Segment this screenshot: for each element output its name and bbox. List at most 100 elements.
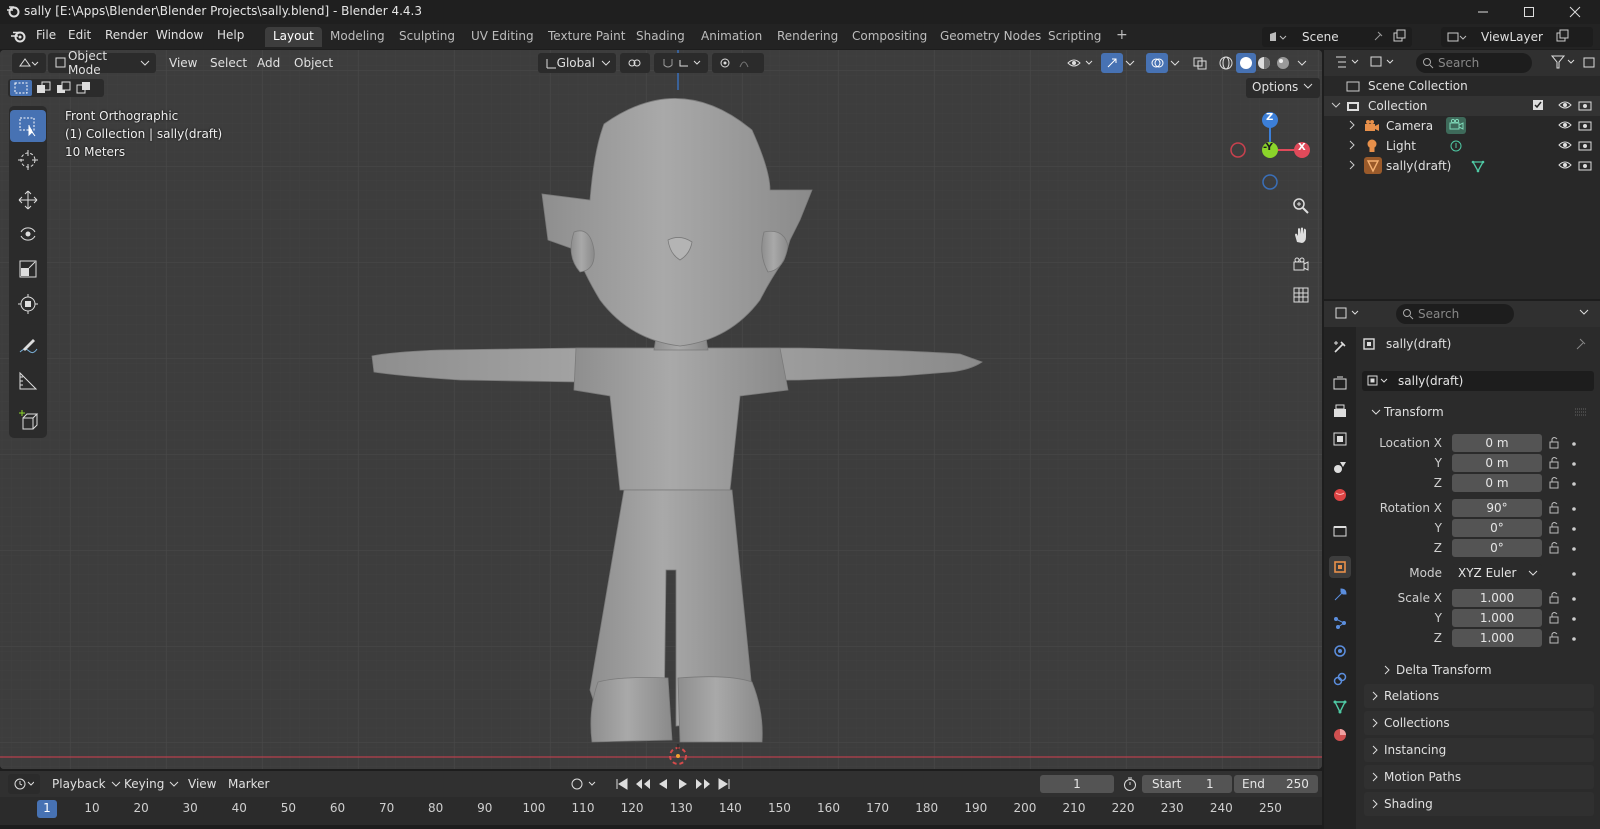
timeline-ruler[interactable]: 1 10 20 30 40 50 60 70 80 90 100 110 120 130 140 150 160…: [0, 797, 1322, 829]
shading-panel-header[interactable]: Shading: [1364, 792, 1594, 816]
object-tab-icon[interactable]: [1329, 556, 1351, 578]
jump-end-icon[interactable]: [716, 774, 732, 794]
play-icon[interactable]: [676, 774, 690, 794]
minimize-icon[interactable]: [1460, 0, 1506, 24]
rotation-x-field[interactable]: 90°: [1452, 499, 1542, 517]
object-datablock-name[interactable]: sally(draft): [1398, 374, 1463, 388]
rendered-shading-icon[interactable]: [1275, 53, 1291, 73]
menu-window[interactable]: Window: [156, 28, 203, 42]
collection-eye-icon[interactable]: [1558, 99, 1572, 111]
menu-edit[interactable]: Edit: [68, 28, 91, 42]
gizmo-toggle-icon[interactable]: [1101, 53, 1123, 73]
rotation-mode-dropdown[interactable]: XYZ Euler: [1452, 564, 1542, 582]
scale-z-field[interactable]: 1.000: [1452, 629, 1542, 647]
tab-geometry-nodes[interactable]: Geometry Nodes: [932, 27, 1049, 47]
options-button[interactable]: Options: [1246, 78, 1321, 98]
tab-animation[interactable]: Animation: [693, 27, 770, 47]
transform-panel-header[interactable]: Transform: [1364, 400, 1594, 424]
cursor-tool-icon[interactable]: [10, 144, 46, 176]
tab-uv-editing[interactable]: UV Editing: [463, 27, 542, 47]
material-tab-icon[interactable]: [1329, 724, 1351, 746]
delta-transform-subpanel[interactable]: Delta Transform: [1376, 660, 1588, 680]
particles-tab-icon[interactable]: [1329, 612, 1351, 634]
snap-icon[interactable]: [654, 53, 708, 73]
menu-render[interactable]: Render: [105, 28, 148, 42]
timeline-menu-marker[interactable]: Marker: [228, 774, 269, 794]
select-extend-icon[interactable]: [34, 80, 54, 96]
menu-select[interactable]: Select: [210, 53, 247, 73]
jump-keyframe-back-icon[interactable]: [634, 774, 652, 794]
output-tab-icon[interactable]: [1329, 400, 1351, 422]
collapse-chevron-icon[interactable]: [1330, 99, 1342, 111]
expand-chevron-icon[interactable]: [1346, 139, 1358, 151]
scene-collection-row[interactable]: Scene Collection: [1324, 76, 1600, 96]
outliner-editor-type-icon[interactable]: [1334, 54, 1362, 70]
auto-keying-icon[interactable]: [569, 774, 603, 794]
expand-chevron-icon[interactable]: [1346, 159, 1358, 171]
close-icon[interactable]: [1552, 0, 1598, 24]
filter-icon[interactable]: [1550, 54, 1578, 70]
object-datablock-field[interactable]: sally(draft): [1362, 371, 1594, 391]
tab-rendering[interactable]: Rendering: [769, 27, 846, 47]
3d-viewport[interactable]: [0, 50, 1322, 769]
solid-shading-icon[interactable]: [1236, 53, 1256, 73]
tab-scripting[interactable]: Scripting: [1040, 27, 1109, 47]
light-render-icon[interactable]: [1578, 139, 1592, 151]
mesh-data-icon[interactable]: [1470, 159, 1486, 173]
world-tab-icon[interactable]: [1329, 484, 1351, 506]
render-tab-icon[interactable]: [1329, 372, 1351, 394]
visibility-icon[interactable]: [1066, 53, 1096, 73]
tab-sculpting[interactable]: Sculpting: [391, 27, 463, 47]
proportional-editing-icon[interactable]: [712, 53, 764, 73]
tab-modeling[interactable]: Modeling: [322, 27, 393, 47]
select-invert-icon[interactable]: [74, 80, 94, 96]
maximize-icon[interactable]: [1506, 0, 1552, 24]
collection-render-icon[interactable]: [1578, 99, 1592, 111]
start-frame-field[interactable]: Start 1: [1142, 775, 1232, 793]
wireframe-shading-icon[interactable]: [1218, 53, 1234, 73]
mode-dropdown[interactable]: Object Mode: [48, 49, 156, 77]
collections-panel-header[interactable]: Collections: [1364, 711, 1594, 735]
physics-tab-icon[interactable]: [1329, 640, 1351, 662]
camera-render-icon[interactable]: [1578, 119, 1592, 131]
collection-tab-icon[interactable]: [1329, 520, 1351, 542]
select-box-tool-icon[interactable]: [10, 110, 46, 142]
navigation-gizmo[interactable]: Z X -Y: [1230, 108, 1310, 192]
perspective-grid-icon[interactable]: [1287, 281, 1315, 309]
tab-compositing[interactable]: Compositing: [844, 27, 935, 47]
pan-hand-icon[interactable]: [1287, 221, 1315, 249]
timeline-editor-type-icon[interactable]: [8, 774, 40, 794]
tab-texture-paint[interactable]: Texture Paint: [540, 27, 633, 47]
menu-file[interactable]: File: [36, 28, 56, 42]
viewport-canvas[interactable]: [0, 50, 1322, 769]
instancing-panel-header[interactable]: Instancing: [1364, 738, 1594, 762]
menu-object[interactable]: Object: [294, 53, 333, 73]
menu-help[interactable]: Help: [217, 28, 244, 42]
shading-dropdown-icon[interactable]: [1296, 53, 1308, 73]
add-cube-tool-icon[interactable]: [10, 405, 46, 437]
view-layer-selector[interactable]: ViewLayer: [1441, 27, 1593, 47]
scene-tab-icon[interactable]: [1329, 456, 1351, 478]
rotation-z-field[interactable]: 0°: [1452, 539, 1542, 557]
play-reverse-icon[interactable]: [656, 774, 670, 794]
modifiers-tab-icon[interactable]: [1329, 584, 1351, 606]
sally-render-icon[interactable]: [1578, 159, 1592, 171]
zoom-icon[interactable]: [1287, 192, 1315, 220]
properties-options-icon[interactable]: [1578, 307, 1590, 317]
annotate-tool-icon[interactable]: [10, 330, 46, 362]
rotate-tool-icon[interactable]: [10, 218, 46, 250]
scene-selector[interactable]: Scene: [1262, 27, 1412, 47]
gizmo-dropdown-icon[interactable]: [1124, 53, 1136, 73]
display-mode-icon[interactable]: [1369, 54, 1397, 70]
pin-icon[interactable]: [1372, 30, 1384, 42]
sally-eye-icon[interactable]: [1558, 159, 1572, 171]
jump-keyframe-forward-icon[interactable]: [694, 774, 712, 794]
overlays-dropdown-icon[interactable]: [1169, 53, 1181, 73]
select-new-icon[interactable]: [10, 80, 32, 96]
properties-search-field[interactable]: Search: [1396, 304, 1514, 324]
constraints-tab-icon[interactable]: [1329, 668, 1351, 690]
light-eye-icon[interactable]: [1558, 139, 1572, 151]
pin-icon[interactable]: [1574, 337, 1586, 351]
timeline-menu-playback[interactable]: Playback: [52, 774, 123, 794]
new-view-layer-icon[interactable]: [1555, 29, 1569, 43]
